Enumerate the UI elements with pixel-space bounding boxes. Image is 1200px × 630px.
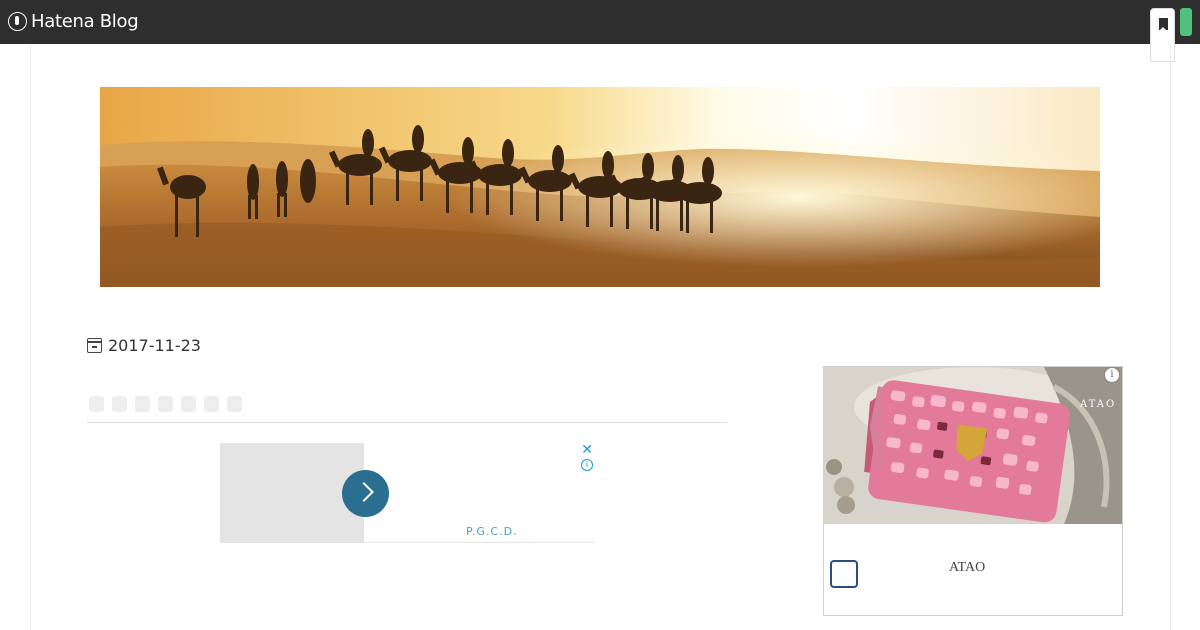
article-date: 2017-11-23	[86, 336, 201, 355]
green-status-tab[interactable]	[1180, 8, 1192, 36]
ad-arrow-button[interactable]	[342, 470, 389, 517]
article-title-placeholder[interactable]	[89, 396, 242, 412]
ad-checkbox-icon[interactable]	[830, 560, 858, 588]
ad-info-icon[interactable]: i	[1104, 367, 1120, 383]
ad-info-icon[interactable]: i	[581, 459, 593, 471]
title-glyph-placeholder	[181, 396, 196, 412]
ad-brand-label[interactable]: ATAO	[949, 560, 985, 576]
sidebar-advertisement[interactable]: ATAO i ATAO	[823, 366, 1123, 616]
ad-brand-logo: ATAO	[1080, 399, 1117, 410]
hatena-logo-icon	[8, 12, 27, 31]
calendar-icon	[86, 338, 102, 353]
blog-header-image[interactable]	[100, 87, 1100, 287]
desert-caravan-photo	[100, 87, 1100, 287]
ad-product-image[interactable]: ATAO	[824, 367, 1122, 524]
hatena-blog-logo-link[interactable]: Hatena Blog	[8, 11, 139, 32]
wallet-photo	[824, 367, 1122, 524]
ad-advertiser-name[interactable]: P.G.C.D.	[466, 525, 518, 538]
date-text[interactable]: 2017-11-23	[108, 336, 201, 355]
title-glyph-placeholder	[89, 396, 104, 412]
title-glyph-placeholder	[227, 396, 242, 412]
title-divider	[87, 422, 727, 423]
bookmark-icon	[1159, 18, 1168, 31]
title-glyph-placeholder	[204, 396, 219, 412]
title-glyph-placeholder	[112, 396, 127, 412]
ad-close-icon[interactable]: ✕	[581, 442, 593, 458]
brand-text: Hatena Blog	[31, 11, 139, 32]
title-glyph-placeholder	[158, 396, 173, 412]
inline-advertisement[interactable]: ✕ i P.G.C.D.	[220, 442, 595, 543]
title-glyph-placeholder	[135, 396, 150, 412]
hatena-global-header: Hatena Blog	[0, 0, 1200, 62]
